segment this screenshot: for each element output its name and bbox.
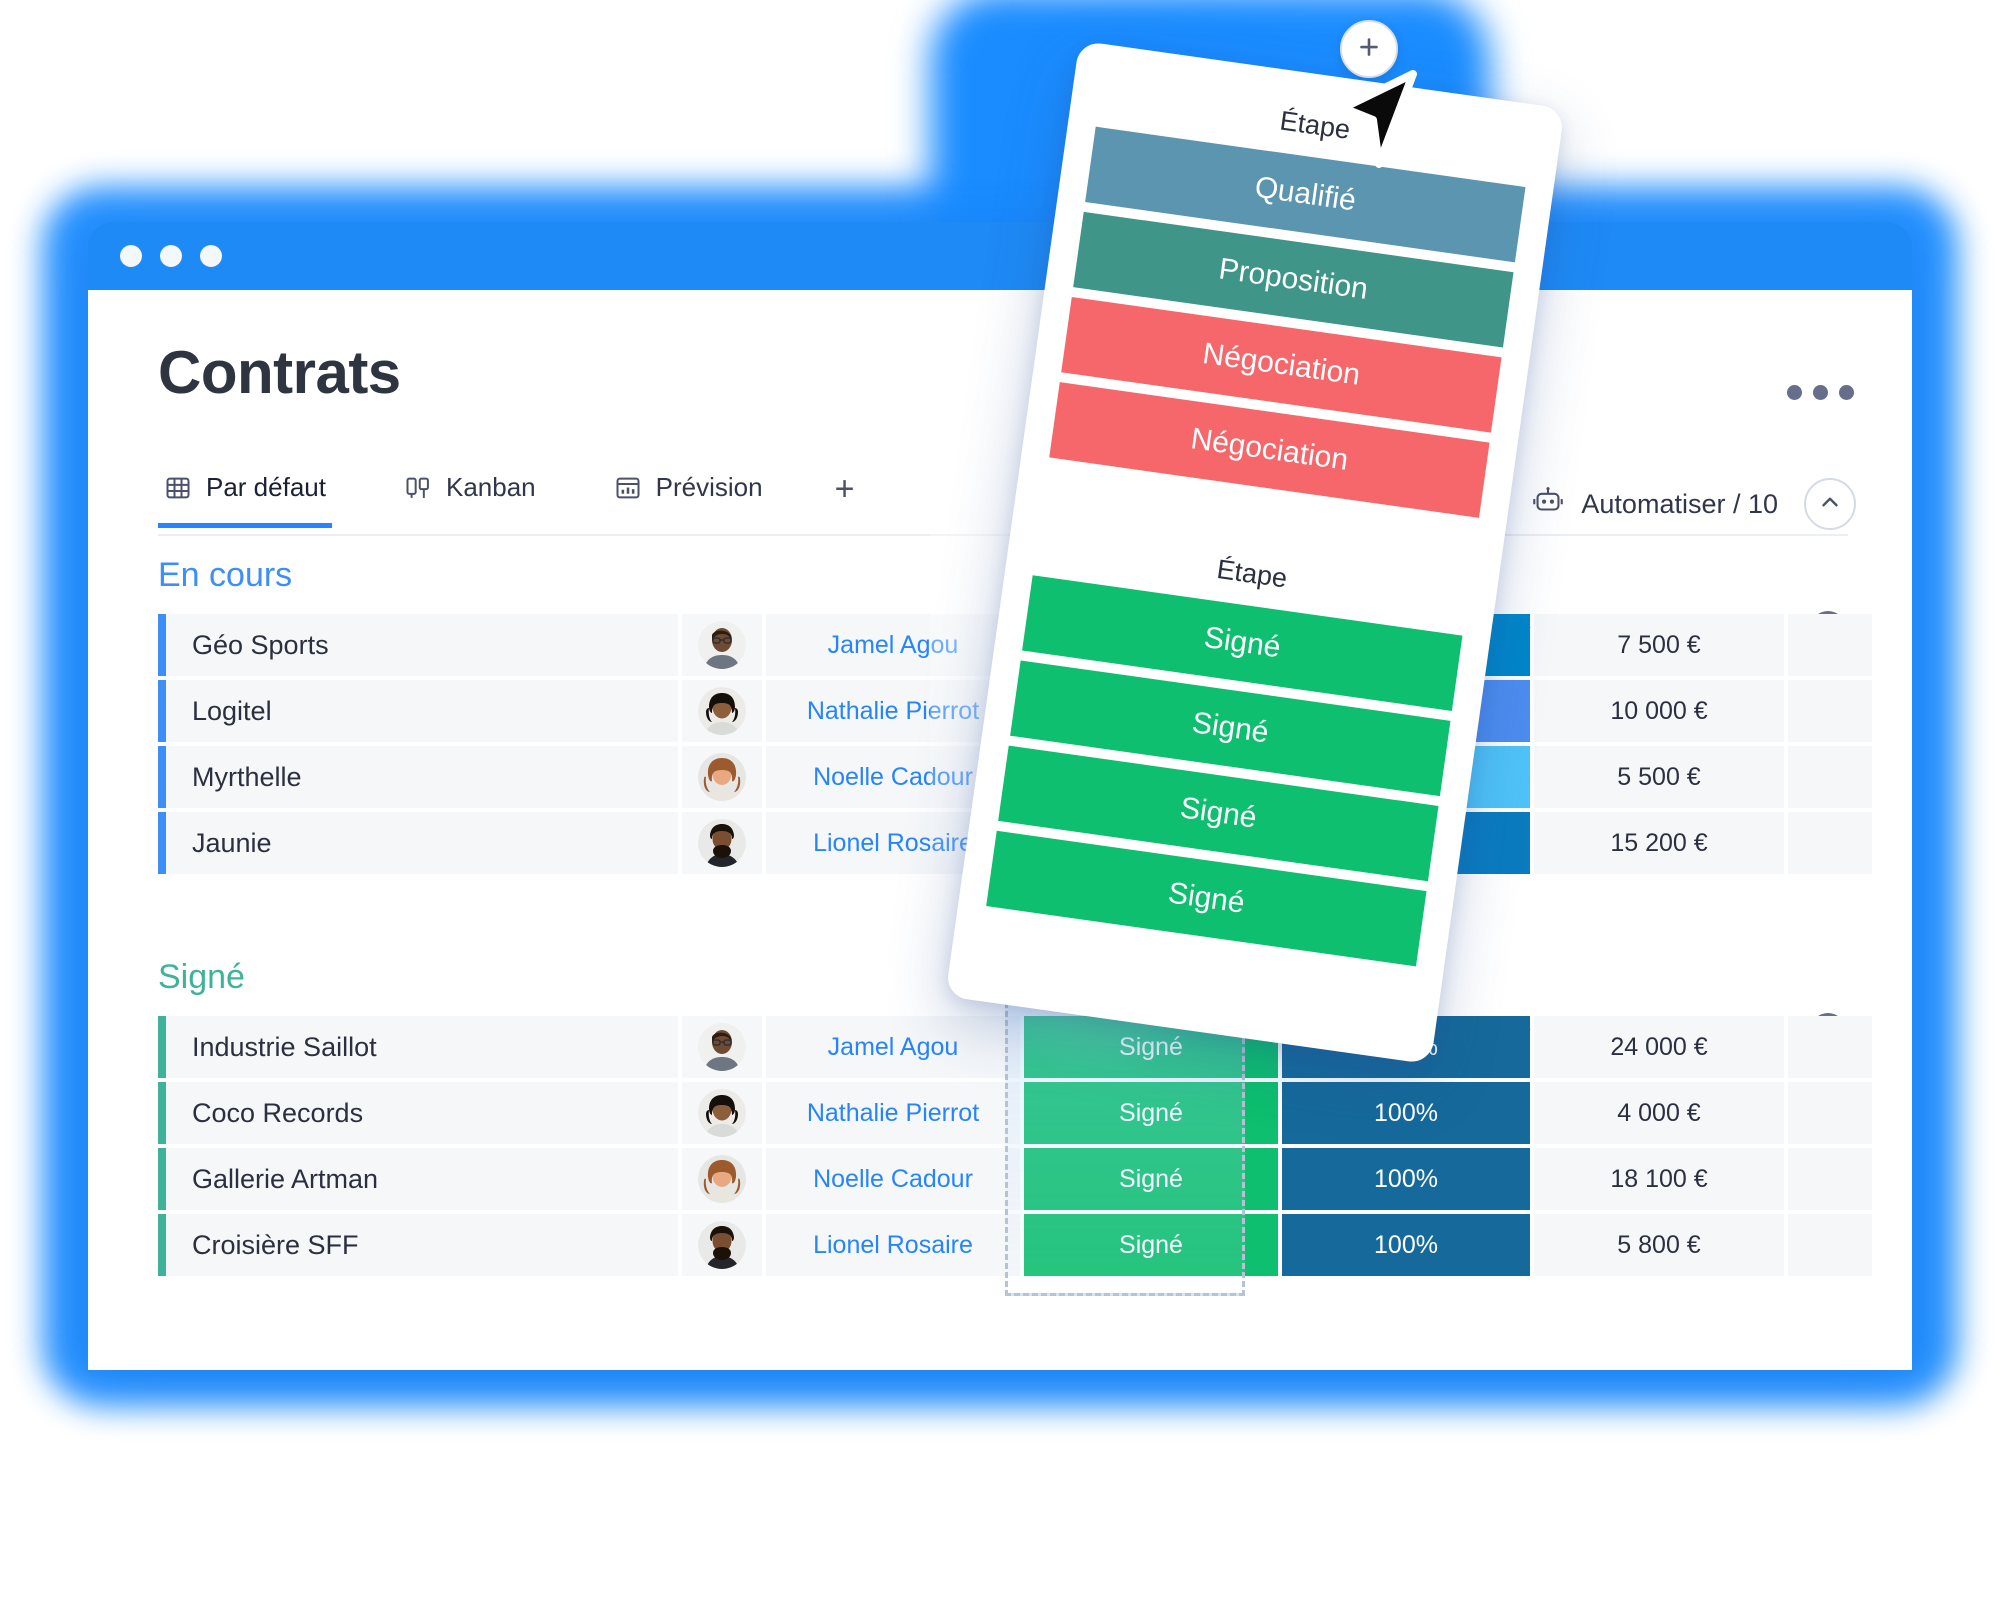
cell-name: Myrthelle bbox=[166, 746, 678, 808]
cell-amount: 10 000 € bbox=[1534, 680, 1784, 742]
cell-contact[interactable]: Noelle Cadour bbox=[766, 1148, 1020, 1210]
cell-admin[interactable] bbox=[682, 1148, 762, 1210]
cell-contact[interactable]: Jamel Agou bbox=[766, 1016, 1020, 1078]
cell-amount: 24 000 € bbox=[1534, 1016, 1784, 1078]
stage-chip-label: Signé bbox=[1178, 791, 1259, 835]
tab-par-defaut[interactable]: Par défaut bbox=[158, 472, 332, 528]
cell-amount: 18 100 € bbox=[1534, 1148, 1784, 1210]
avatar bbox=[698, 1089, 746, 1137]
cell-empty bbox=[1788, 614, 1872, 676]
cell-empty bbox=[1788, 1016, 1872, 1078]
cell-name: Industrie Saillot bbox=[166, 1016, 678, 1078]
stage-chip-label: Négociation bbox=[1188, 422, 1351, 477]
window-dot-maximize[interactable] bbox=[200, 245, 222, 267]
avatar bbox=[698, 753, 746, 801]
cell-amount: 5 500 € bbox=[1534, 746, 1784, 808]
plus-icon bbox=[1354, 32, 1384, 67]
cell-admin[interactable] bbox=[682, 1214, 762, 1276]
cell-contact[interactable]: Jamel Agou bbox=[766, 614, 1020, 676]
cell-name: Croisière SFF bbox=[166, 1214, 678, 1276]
cell-empty bbox=[1788, 1082, 1872, 1144]
cell-progress[interactable]: 100% bbox=[1282, 1214, 1530, 1276]
cell-empty bbox=[1788, 1148, 1872, 1210]
kanban-board-icon bbox=[404, 474, 432, 502]
screenshot-root: Contrats Par défaut Kanban Prévision + A… bbox=[0, 0, 2000, 1600]
avatar bbox=[698, 1155, 746, 1203]
row-color-bar bbox=[158, 746, 166, 808]
cell-admin[interactable] bbox=[682, 1082, 762, 1144]
cell-empty bbox=[1788, 1214, 1872, 1276]
cell-amount: 5 800 € bbox=[1534, 1214, 1784, 1276]
cell-name: Logitel bbox=[166, 680, 678, 742]
window-dot-close[interactable] bbox=[120, 245, 142, 267]
row-color-bar bbox=[158, 1016, 166, 1078]
cell-name: Gallerie Artman bbox=[166, 1148, 678, 1210]
stage-chip-label: Qualifié bbox=[1252, 170, 1359, 218]
row-color-bar bbox=[158, 1082, 166, 1144]
cell-admin[interactable] bbox=[682, 746, 762, 808]
automate-label: Automatiser / 10 bbox=[1581, 488, 1778, 519]
tab-kanban[interactable]: Kanban bbox=[398, 472, 542, 523]
stage-chip-label: Signé bbox=[1190, 706, 1271, 750]
more-horizontal-icon bbox=[1839, 385, 1854, 400]
cell-empty bbox=[1788, 812, 1872, 874]
robot-icon bbox=[1531, 486, 1565, 523]
row-color-bar bbox=[158, 812, 166, 874]
cell-progress[interactable]: 100% bbox=[1282, 1148, 1530, 1210]
row-color-bar bbox=[158, 680, 166, 742]
cell-amount: 15 200 € bbox=[1534, 812, 1784, 874]
cell-empty bbox=[1788, 746, 1872, 808]
cell-contact[interactable]: Nathalie Pierrot bbox=[766, 1082, 1020, 1144]
row-color-bar bbox=[158, 614, 166, 676]
stage-chip-label: Signé bbox=[1202, 620, 1283, 665]
tab-label: Kanban bbox=[445, 472, 536, 502]
cell-admin[interactable] bbox=[682, 1016, 762, 1078]
cell-amount: 7 500 € bbox=[1534, 614, 1784, 676]
avatar bbox=[698, 819, 746, 867]
row-color-bar bbox=[158, 1214, 166, 1276]
cell-name: Géo Sports bbox=[166, 614, 678, 676]
cell-name: Jaunie bbox=[166, 812, 678, 874]
collapse-button[interactable] bbox=[1804, 478, 1856, 530]
cell-amount: 4 000 € bbox=[1534, 1082, 1784, 1144]
tab-label: Prévision bbox=[655, 472, 763, 502]
page-title: Contrats bbox=[158, 339, 401, 406]
stage-chip-label: Négociation bbox=[1200, 336, 1363, 392]
avatar bbox=[698, 1221, 746, 1269]
more-horizontal-icon bbox=[1787, 385, 1802, 400]
avatar bbox=[698, 687, 746, 735]
row-color-bar bbox=[158, 1148, 166, 1210]
tab-prevision[interactable]: Prévision bbox=[608, 472, 769, 523]
add-column-float-button[interactable] bbox=[1340, 20, 1398, 78]
progress-label: 100% bbox=[1374, 1098, 1438, 1127]
more-options-button[interactable] bbox=[1787, 385, 1854, 400]
cell-name: Coco Records bbox=[166, 1082, 678, 1144]
table-grid-icon bbox=[164, 474, 192, 502]
add-view-button[interactable]: + bbox=[835, 472, 855, 524]
cell-admin[interactable] bbox=[682, 614, 762, 676]
more-horizontal-icon bbox=[1813, 385, 1828, 400]
cell-admin[interactable] bbox=[682, 680, 762, 742]
cell-progress[interactable]: 100% bbox=[1282, 1082, 1530, 1144]
cell-contact[interactable]: Lionel Rosaire bbox=[766, 1214, 1020, 1276]
window-dot-minimize[interactable] bbox=[160, 245, 182, 267]
progress-label: 100% bbox=[1374, 1164, 1438, 1193]
automate-button[interactable]: Automatiser / 10 bbox=[1531, 486, 1778, 523]
window-titlebar bbox=[88, 222, 1912, 290]
stage-chip-label: Proposition bbox=[1216, 252, 1371, 306]
stage-chip-label: Signé bbox=[1166, 876, 1247, 920]
chevron-up-icon bbox=[1817, 489, 1843, 520]
avatar bbox=[698, 621, 746, 669]
avatar bbox=[698, 1023, 746, 1071]
cell-admin[interactable] bbox=[682, 812, 762, 874]
progress-label: 100% bbox=[1374, 1230, 1438, 1259]
forecast-chart-icon bbox=[614, 474, 642, 502]
cell-empty bbox=[1788, 680, 1872, 742]
tab-label: Par défaut bbox=[206, 472, 326, 502]
